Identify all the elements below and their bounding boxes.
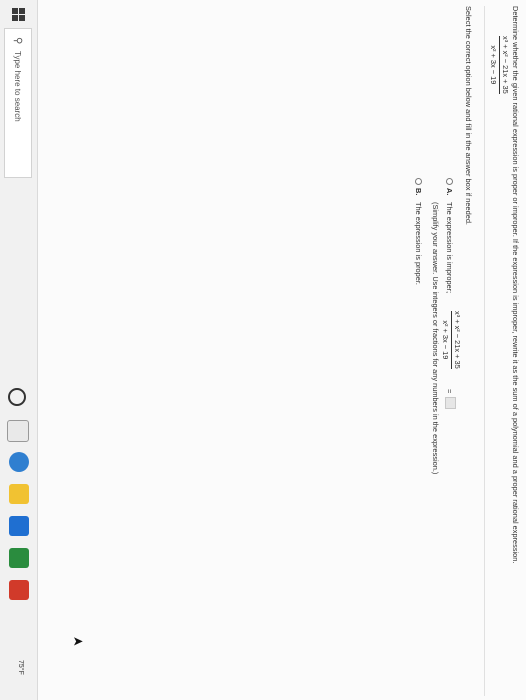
taskbar-search-input[interactable]: ⚲ Type here to search	[4, 28, 32, 178]
option-a-radio[interactable]	[446, 178, 453, 185]
office-icon[interactable]	[9, 580, 29, 600]
given-numerator: x³ + x² − 21x + 35	[501, 36, 510, 94]
taskbar: ⚲ Type here to search 75°F	[0, 0, 38, 700]
mail-icon[interactable]	[9, 548, 29, 568]
option-a-hint: (Simplify your answer. Use integers or f…	[431, 202, 440, 475]
answer-input-box[interactable]	[445, 397, 456, 409]
fraction-bar	[451, 311, 452, 369]
option-a-text: The expression is improper;	[445, 202, 454, 294]
given-expression: x³ + x² − 21x + 35 x² + 3x − 19	[489, 36, 510, 94]
search-placeholder: Type here to search	[13, 51, 22, 122]
option-a-expression: x³ + x² − 21x + 35 x² + 3x − 19	[441, 311, 462, 369]
option-a-numerator: x³ + x² − 21x + 35	[453, 311, 462, 369]
option-a-denominator: x² + 3x − 19	[441, 320, 450, 360]
task-view-icon[interactable]	[7, 420, 29, 442]
equals-sign: =	[445, 389, 454, 394]
option-b-letter: B.	[414, 188, 423, 196]
option-b-text: The expression is proper.	[414, 202, 423, 285]
given-denominator: x² + 3x − 19	[489, 45, 498, 85]
question-prompt: Determine whether the given rational exp…	[511, 6, 520, 564]
file-explorer-icon[interactable]	[9, 484, 29, 504]
mouse-cursor-icon: ➤	[72, 633, 84, 649]
divider	[484, 6, 485, 696]
weather-temperature[interactable]: 75°F	[17, 660, 24, 675]
question-area: Determine whether the given rational exp…	[38, 6, 526, 696]
fraction-bar	[499, 36, 500, 94]
cortana-icon[interactable]	[8, 388, 26, 406]
store-icon[interactable]	[9, 516, 29, 536]
windows-start-icon[interactable]	[12, 8, 25, 21]
option-b-radio[interactable]	[415, 178, 422, 185]
search-icon: ⚲	[12, 37, 23, 45]
screen: Determine whether the given rational exp…	[0, 0, 526, 700]
option-a-letter: A.	[445, 188, 454, 196]
instruction-text: Select the correct option below and fill…	[464, 6, 473, 225]
edge-icon[interactable]	[9, 452, 29, 472]
